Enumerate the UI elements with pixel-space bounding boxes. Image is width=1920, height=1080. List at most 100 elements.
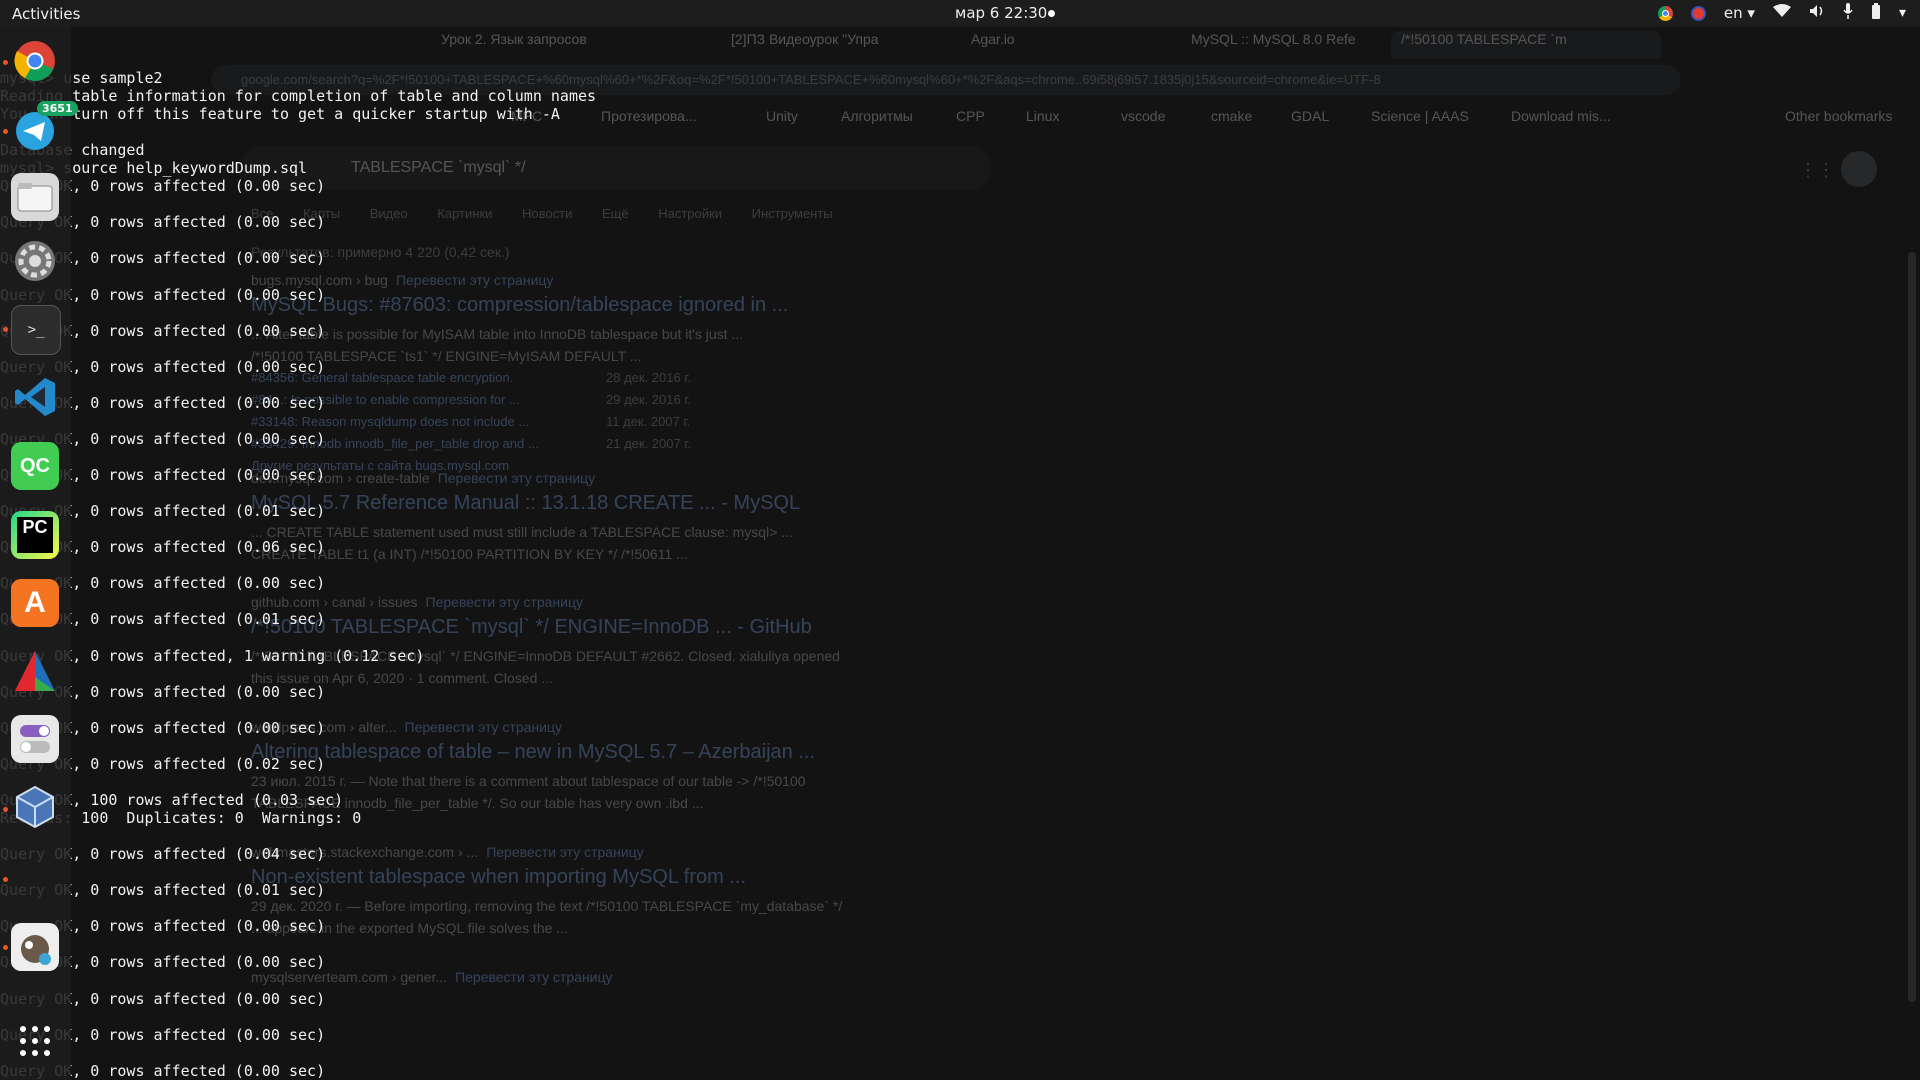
search-tab[interactable]: Ещё — [602, 206, 629, 221]
tab-active[interactable]: /*!50100 TABLESPACE `m — [1391, 31, 1661, 59]
tab-4[interactable]: MySQL :: MySQL 8.0 Refe — [1191, 31, 1421, 59]
result-title[interactable]: MySQL Bugs: #87603: compression/tablespa… — [251, 294, 1151, 317]
bookmark-item[interactable]: Download mis... — [1511, 108, 1611, 124]
search-result: wordpress.com › alter... Перевести эту ст… — [251, 719, 1151, 814]
bookmarks-bar: MPC Протезирова... Unity Алгоритмы CPP L… — [71, 100, 1920, 132]
search-result: mysqlserverteam.com › gener... Перевести … — [251, 969, 1151, 985]
bookmark-item[interactable]: Алгоритмы — [841, 108, 913, 124]
page-scrollbar[interactable] — [1908, 252, 1916, 1002]
activities-button[interactable]: Activities — [12, 5, 80, 23]
chrome-icon[interactable] — [11, 37, 59, 85]
gimp-icon[interactable] — [11, 923, 59, 971]
running-indicator — [3, 60, 8, 65]
notification-dot — [1048, 10, 1055, 17]
bookmark-item[interactable]: Протезирова... — [601, 108, 697, 124]
running-indicator — [3, 877, 8, 882]
terminal-icon[interactable]: >_ — [11, 305, 61, 355]
google-search-input[interactable]: TABLESPACE `mysql` */ — [241, 146, 991, 190]
sub-result[interactable]: #84356: General tablespace table encrypt… — [251, 367, 1151, 389]
microphone-icon[interactable] — [1843, 3, 1853, 23]
clock[interactable]: мар 6 22:30 — [955, 4, 1047, 22]
vscode-icon[interactable] — [11, 373, 59, 421]
system-menu-chevron-icon[interactable]: ▾ — [1899, 5, 1906, 21]
result-snippet: this issue on Apr 6, 2020 · 1 comment. C… — [251, 670, 553, 686]
sub-result[interactable]: #33429: Innodb innodb_file_per_table dro… — [251, 433, 1151, 455]
running-indicator — [3, 945, 8, 950]
result-snippet: /*!50100 TABLESPACE `ts1` */ ENGINE=MyIS… — [251, 348, 642, 364]
account-avatar[interactable] — [1841, 151, 1877, 187]
result-snippet: 29 дек. 2020 г. — Before importing, remo… — [251, 898, 843, 914]
result-crumb: github.com › canal › issues — [251, 594, 418, 610]
cmake-icon[interactable] — [11, 647, 59, 695]
bookmark-item[interactable]: Other bookmarks — [1785, 108, 1892, 124]
translate-link[interactable]: Перевести эту страницу — [455, 969, 612, 985]
result-title[interactable]: Altering tablespace of table – new in My… — [251, 741, 1151, 764]
search-result: webmasters.stackexchange.com › ... Переве… — [251, 844, 1151, 939]
telegram-icon[interactable]: 3651 — [11, 101, 78, 155]
show-apps-icon[interactable] — [11, 1017, 59, 1065]
result-crumb: dev.mysql.com › create-table — [251, 470, 430, 486]
search-tab[interactable]: Настройки — [658, 206, 722, 221]
virtualbox-icon[interactable] — [11, 783, 59, 831]
search-tab[interactable]: Карты — [303, 206, 340, 221]
result-crumb: webmasters.stackexchange.com › ... — [251, 844, 479, 860]
search-tab[interactable]: Новости — [522, 206, 572, 221]
address-bar[interactable]: google.com/search?q=%2F*!50100+TABLESPAC… — [211, 65, 1681, 95]
bookmark-item[interactable]: GDAL — [1291, 108, 1329, 124]
tab-1[interactable]: Урок 2. Язык запросов — [441, 31, 711, 59]
result-snippet: ... CREATE TABLE statement used must sti… — [251, 524, 793, 540]
search-tab[interactable]: Все — [251, 206, 273, 221]
result-title[interactable]: MySQL 5.7 Reference Manual :: 13.1.18 CR… — [251, 492, 1151, 515]
bookmark-item[interactable]: cmake — [1211, 108, 1252, 124]
browser-window: Урок 2. Язык запросов [2]ПЗ Видеоурок "У… — [71, 27, 1920, 1080]
search-tab[interactable]: Видео — [370, 206, 408, 221]
result-snippet: CREATE TABLE t1 (a INT) /*!50100 PARTITI… — [251, 546, 688, 562]
running-indicator — [3, 807, 8, 812]
translate-link[interactable]: Перевести эту страницу — [438, 470, 595, 486]
running-indicator — [3, 327, 8, 332]
volume-icon[interactable] — [1809, 4, 1825, 22]
pycharm-icon[interactable]: PC — [11, 511, 59, 559]
tab-2[interactable]: [2]ПЗ Видеоурок "Упра — [731, 31, 961, 59]
translate-link[interactable]: Перевести эту страницу — [396, 272, 553, 288]
result-crumb: mysqlserverteam.com › gener... — [251, 969, 448, 985]
running-indicator — [3, 129, 8, 134]
settings-icon[interactable] — [11, 237, 59, 285]
sub-result[interactable]: #84...: Is possible to enable compressio… — [251, 389, 1151, 411]
tab-strip: Урок 2. Язык запросов [2]ПЗ Видеоурок "У… — [71, 27, 1920, 59]
bookmark-item[interactable]: Science | AAAS — [1371, 108, 1469, 124]
search-tab[interactable]: Картинки — [437, 206, 492, 221]
tab-pinned-group[interactable] — [71, 31, 431, 59]
bookmark-item[interactable]: MPC — [511, 108, 542, 124]
language-selector[interactable]: en ▾ — [1724, 4, 1755, 22]
translate-link[interactable]: Перевести эту страницу — [486, 844, 643, 860]
bookmark-item[interactable]: Unity — [766, 108, 798, 124]
result-count: Результатов: примерно 4 220 (0,42 сек.) — [251, 244, 510, 260]
software-center-icon[interactable]: A — [11, 579, 59, 627]
bookmark-item[interactable]: CPP — [956, 108, 985, 124]
sub-result[interactable]: #33148: Reason mysqldump does not includ… — [251, 411, 1151, 433]
wifi-icon[interactable] — [1772, 4, 1791, 22]
battery-icon[interactable] — [1871, 3, 1881, 23]
app-tray-icon[interactable] — [1690, 5, 1706, 21]
bookmark-item[interactable]: vscode — [1121, 108, 1165, 124]
result-snippet: 23 июл. 2015 г. — Note that there is a c… — [251, 773, 806, 789]
search-result: dev.mysql.com › create-table Перевести эт… — [251, 470, 1151, 565]
translate-link[interactable]: Перевести эту страницу — [426, 594, 583, 610]
result-title[interactable]: /*!50100 TABLESPACE `mysql` */ ENGINE=In… — [251, 616, 1151, 639]
dock: 3651 >_ QC PC A — [0, 27, 78, 1080]
bookmark-item[interactable]: Linux — [1026, 108, 1059, 124]
result-title[interactable]: Non-existent tablespace when importing M… — [251, 866, 1151, 889]
search-tab[interactable]: Инструменты — [752, 206, 833, 221]
qtcreator-icon[interactable]: QC — [11, 442, 59, 490]
pycharm-glyph: PC — [17, 517, 53, 553]
result-snippet: /*!50100 TABLESPACE `mysql` */ ENGINE=In… — [251, 648, 840, 664]
search-result: github.com › canal › issues Перевести эту… — [251, 594, 1151, 689]
chrome-tray-icon[interactable] — [1657, 5, 1673, 21]
result-snippet: ... appears in the exported MySQL file s… — [251, 920, 568, 936]
tab-3[interactable]: Agar.io — [971, 31, 1181, 59]
tweaks-icon[interactable] — [11, 715, 59, 763]
files-icon[interactable] — [11, 173, 59, 221]
translate-link[interactable]: Перевести эту страницу — [405, 719, 562, 735]
result-snippet: TABLESPACE innodb_file_per_table */. So … — [251, 795, 704, 811]
